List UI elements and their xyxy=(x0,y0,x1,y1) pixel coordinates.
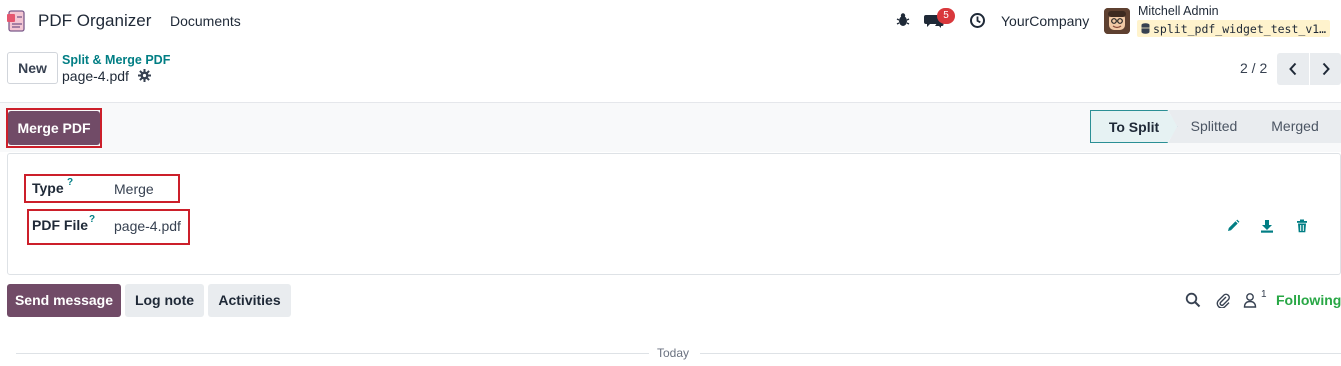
database-icon xyxy=(1141,23,1150,34)
pager-previous-button[interactable] xyxy=(1277,53,1309,85)
delete-trash-icon[interactable] xyxy=(1295,219,1309,233)
database-name: split_pdf_widget_test_v1… xyxy=(1153,21,1327,36)
date-separator-line-right xyxy=(700,353,1341,354)
followers-user-icon[interactable] xyxy=(1243,292,1259,308)
log-note-button[interactable]: Log note xyxy=(125,284,204,317)
pdf-organizer-logo-icon[interactable] xyxy=(6,8,28,34)
messages-count-badge: 5 xyxy=(937,8,955,24)
chevron-left-icon xyxy=(1289,62,1297,76)
highlight-box-type-field xyxy=(24,174,180,203)
date-separator-line-left xyxy=(16,353,649,354)
breadcrumb-record-name: page-4.pdf xyxy=(62,68,129,84)
user-name[interactable]: Mitchell Admin xyxy=(1138,4,1219,18)
activities-button[interactable]: Activities xyxy=(208,284,291,317)
date-separator-label: Today xyxy=(657,346,690,360)
menu-documents[interactable]: Documents xyxy=(170,13,241,29)
pager-next-button[interactable] xyxy=(1310,53,1341,85)
stage-splitted[interactable]: Splitted xyxy=(1168,110,1260,143)
company-switcher[interactable]: YourCompany xyxy=(1001,13,1089,29)
activity-clock-icon[interactable] xyxy=(969,12,986,29)
search-icon[interactable] xyxy=(1185,292,1201,308)
following-button[interactable]: Following xyxy=(1276,292,1341,308)
send-message-button[interactable]: Send message xyxy=(7,284,121,317)
followers-count: 1 xyxy=(1261,289,1267,300)
app-name[interactable]: PDF Organizer xyxy=(38,11,151,31)
chevron-right-icon xyxy=(1322,62,1330,76)
database-badge: split_pdf_widget_test_v1… xyxy=(1137,20,1331,37)
user-avatar-image-icon xyxy=(1104,8,1130,34)
breadcrumb-parent-link[interactable]: Split & Merge PDF xyxy=(62,53,170,67)
debug-bug-icon[interactable] xyxy=(896,12,910,28)
highlight-box-merge-button xyxy=(6,108,102,148)
stage-merged[interactable]: Merged xyxy=(1249,110,1341,143)
download-icon[interactable] xyxy=(1260,219,1274,233)
gear-icon[interactable] xyxy=(138,69,151,82)
top-navbar: PDF Organizer Documents 5 YourCompany Mi… xyxy=(0,0,1341,42)
new-button[interactable]: New xyxy=(7,52,58,84)
edit-pencil-icon[interactable] xyxy=(1226,219,1240,233)
user-avatar[interactable] xyxy=(1104,8,1130,34)
paperclip-icon[interactable] xyxy=(1215,292,1231,308)
form-sheet xyxy=(7,153,1341,275)
stage-to-split[interactable]: To Split xyxy=(1090,110,1178,143)
pager-value[interactable]: 2 / 2 xyxy=(1240,60,1267,76)
highlight-box-pdf-file-field xyxy=(27,209,190,245)
